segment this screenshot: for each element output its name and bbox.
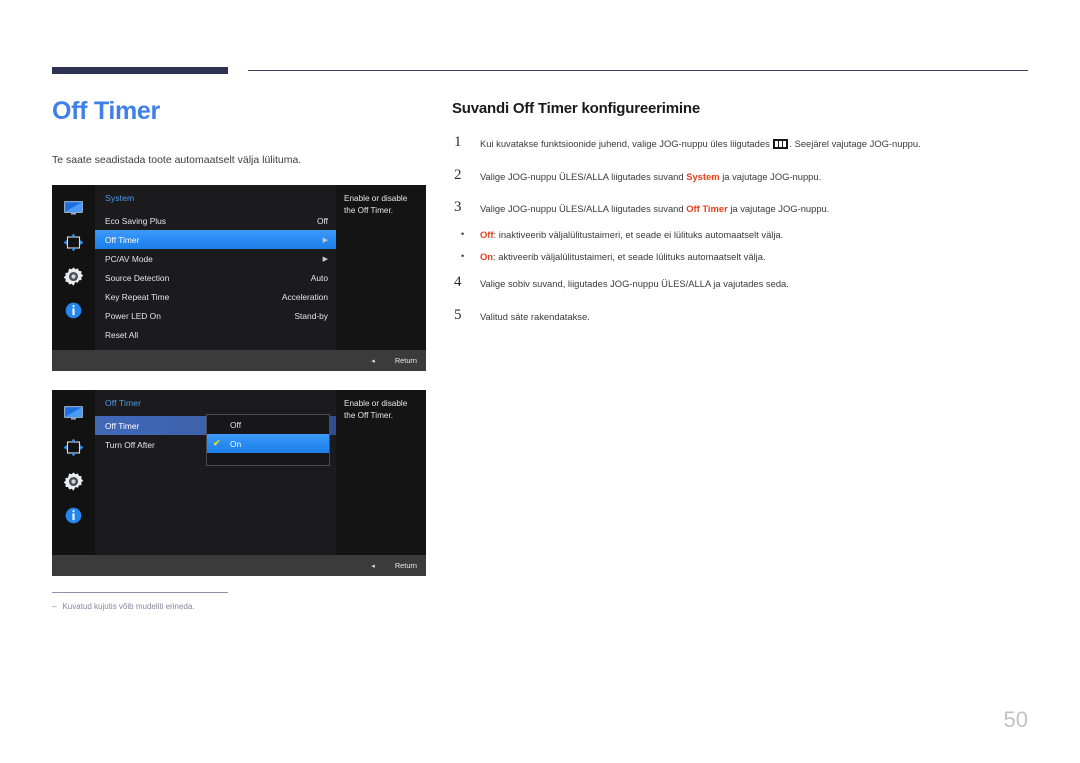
gear-icon[interactable]	[63, 265, 85, 287]
page-title: Off Timer	[52, 97, 160, 125]
gear-icon[interactable]	[63, 470, 85, 492]
osd-sidebar	[52, 390, 95, 555]
picture-size-icon[interactable]	[63, 231, 85, 253]
step-1: 1 Kui kuvatakse funktsioonide juhend, va…	[452, 135, 1032, 151]
step-text-after: ja vajutage JOG-nuppu.	[722, 170, 822, 182]
picture-size-icon[interactable]	[63, 436, 85, 458]
osd-screenshot-system: System Eco Saving Plus Off Off Timer ▶ P…	[52, 185, 426, 371]
bullet-list: • Off: inaktiveerib väljalülitustaimeri,…	[452, 228, 1032, 263]
step-text: Kui kuvatakse funktsioonide juhend, vali…	[480, 135, 921, 151]
section-title: Suvandi Off Timer konfigureerimine	[452, 100, 700, 117]
osd-main-panel: Off Timer Off Timer Turn Off After Off ✔…	[95, 390, 336, 555]
osd-help-text: Enable or disable the Off Timer.	[336, 390, 426, 555]
left-column: Off Timer Te saate seadistada toote auto…	[52, 96, 432, 169]
footnote-divider	[52, 592, 228, 593]
back-arrow-icon[interactable]: ◂	[371, 357, 375, 365]
info-icon[interactable]	[63, 504, 85, 526]
manual-page: Off Timer Te saate seadistada toote auto…	[0, 0, 1080, 763]
osd-row-label: PC/AV Mode	[105, 253, 153, 264]
bullet-item-on: • On: aktiveerib väljalülitustaimeri, et…	[452, 250, 1032, 264]
right-column: Suvandi Off Timer konfigureerimine 1 Kui…	[452, 100, 1032, 340]
osd-row-value: Stand-by	[294, 310, 328, 321]
bullet-text: Off: inaktiveerib väljalülitustaimeri, e…	[480, 228, 783, 242]
osd-row-value: Off	[316, 215, 328, 226]
step-text: Valige sobiv suvand, liigutades JOG-nupp…	[480, 278, 789, 290]
step-text-after: . Seejärel vajutage JOG-nuppu.	[789, 138, 921, 149]
step-2: 2 Valige JOG-nuppu ÜLES/ALLA liigutades …	[452, 166, 1032, 184]
osd-row[interactable]: Reset All	[95, 325, 336, 344]
step-number: 1	[454, 134, 462, 150]
step-4: 4 Valige sobiv suvand, liigutades JOG-nu…	[452, 275, 1032, 291]
osd-row-label: Reset All	[105, 329, 139, 340]
info-icon[interactable]	[63, 299, 85, 321]
osd-option-label: On	[230, 438, 242, 449]
chevron-right-icon: ▶	[322, 236, 328, 244]
osd-return-label[interactable]: Return	[395, 561, 417, 570]
back-arrow-icon[interactable]: ◂	[371, 562, 375, 570]
osd-row-label: Key Repeat Time	[105, 291, 170, 302]
osd-row-label: Eco Saving Plus	[105, 215, 166, 226]
osd-option-label: Off	[230, 419, 242, 430]
monitor-icon[interactable]	[63, 197, 85, 219]
step-5: 5 Valitud säte rakendatakse.	[452, 306, 1032, 324]
osd-option-on[interactable]: ✔ On	[207, 434, 329, 453]
intro-text: Te saate seadistada toote automaatselt v…	[52, 154, 302, 166]
osd-row-label: Off Timer	[105, 234, 140, 245]
step-3: 3 Valige JOG-nuppu ÜLES/ALLA liigutades …	[452, 200, 1032, 216]
step-highlight-term: System	[686, 170, 720, 182]
bullet-item-off: • Off: inaktiveerib väljalülitustaimeri,…	[452, 228, 1032, 242]
bullet-marker: •	[461, 250, 465, 261]
osd-footer: ◂ Return	[52, 350, 426, 371]
bullet-highlight-term: On	[480, 250, 494, 262]
osd-menu-title: System	[105, 193, 135, 203]
bullet-body: : aktiveerib väljalülitustaimeri, et sea…	[493, 250, 766, 262]
step-text-before: Valige JOG-nuppu ÜLES/ALLA liigutades su…	[480, 170, 684, 182]
bullet-marker: •	[461, 228, 465, 239]
osd-sidebar	[52, 185, 95, 350]
step-text-before: Kui kuvatakse funktsioonide juhend, vali…	[480, 138, 770, 149]
osd-footer: ◂ Return	[52, 555, 426, 576]
footnote: ‒ Kuvatud kujutis võib mudeliti erineda.	[52, 601, 392, 612]
step-text-before: Valige JOG-nuppu ÜLES/ALLA liigutades su…	[480, 203, 684, 215]
osd-help-text: Enable or disable the Off Timer.	[336, 185, 426, 350]
osd-row[interactable]: Eco Saving Plus Off	[95, 211, 336, 230]
osd-body: System Eco Saving Plus Off Off Timer ▶ P…	[52, 185, 426, 350]
osd-main-panel: System Eco Saving Plus Off Off Timer ▶ P…	[95, 185, 336, 350]
osd-row[interactable]: PC/AV Mode ▶	[95, 249, 336, 268]
step-text: Valige JOG-nuppu ÜLES/ALLA liigutades su…	[480, 168, 821, 184]
footnote-dash: ‒	[52, 602, 57, 611]
osd-row-label: Power LED On	[105, 310, 161, 321]
chevron-right-icon: ▶	[322, 255, 328, 263]
menu-icon	[773, 139, 789, 149]
step-highlight-term: Off Timer	[686, 203, 728, 215]
header-rule-accent	[52, 67, 228, 74]
osd-row[interactable]: Source Detection Auto	[95, 268, 336, 287]
step-number: 3	[454, 199, 462, 216]
osd-row-label: Source Detection	[105, 272, 170, 283]
step-number: 5	[454, 306, 462, 323]
osd-body: Off Timer Off Timer Turn Off After Off ✔…	[52, 390, 426, 555]
bullet-body: : inaktiveerib väljalülitustaimeri, et s…	[493, 228, 784, 240]
step-text: Valitud säte rakendatakse.	[480, 310, 590, 322]
osd-screenshot-offtimer: Off Timer Off Timer Turn Off After Off ✔…	[52, 390, 426, 576]
osd-option-popup: Off ✔ On	[206, 414, 330, 466]
step-text: Valige JOG-nuppu ÜLES/ALLA liigutades su…	[480, 200, 829, 216]
footnote-text: Kuvatud kujutis võib mudeliti erineda.	[62, 602, 195, 611]
bullet-text: On: aktiveerib väljalülitustaimeri, et s…	[480, 250, 766, 264]
osd-row[interactable]: Key Repeat Time Acceleration	[95, 287, 336, 306]
monitor-icon[interactable]	[63, 402, 85, 424]
osd-row-value: Acceleration	[281, 291, 328, 302]
step-text-after: ja vajutage JOG-nuppu.	[730, 203, 830, 215]
step-number: 4	[454, 274, 462, 291]
header-rule-line	[248, 70, 1028, 71]
check-icon: ✔	[213, 438, 221, 448]
osd-return-label[interactable]: Return	[395, 356, 417, 365]
bullet-highlight-term: Off	[480, 228, 494, 240]
osd-row-value: Auto	[310, 272, 328, 283]
osd-row[interactable]: Power LED On Stand-by	[95, 306, 336, 325]
osd-row-selected[interactable]: Off Timer ▶	[95, 230, 336, 249]
osd-option-off[interactable]: Off	[207, 415, 329, 434]
page-number: 50	[1003, 707, 1028, 732]
step-number: 2	[454, 166, 462, 183]
